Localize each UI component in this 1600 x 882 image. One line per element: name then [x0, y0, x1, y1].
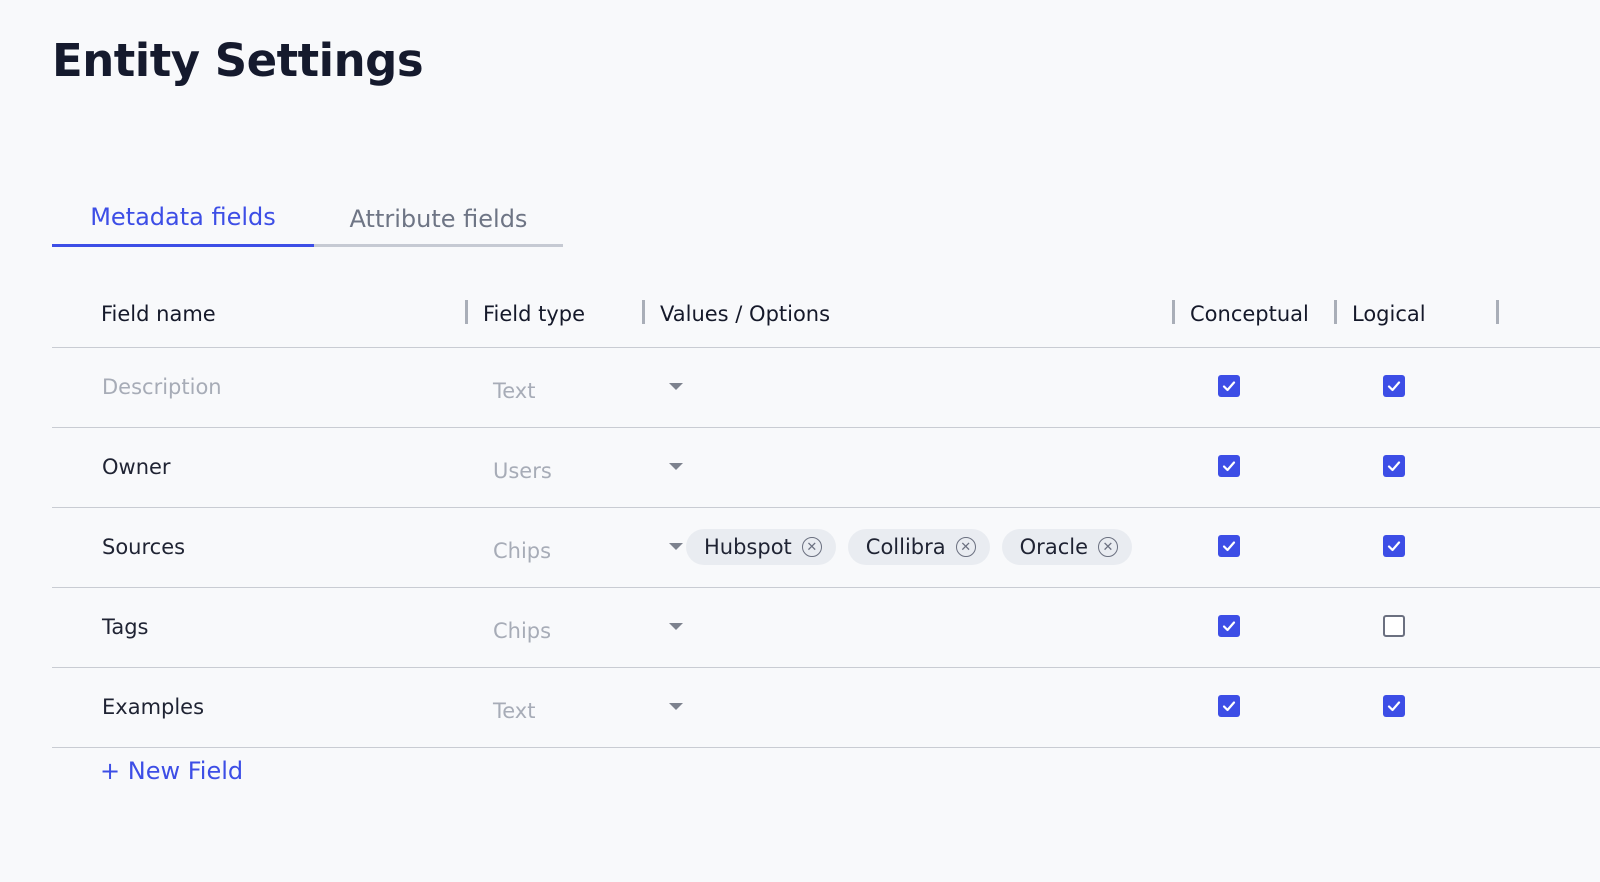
checkmark-icon — [1222, 381, 1236, 392]
conceptual-checkbox[interactable] — [1218, 695, 1240, 717]
values-chips: Hubspot ✕ Collibra ✕ Oracle ✕ — [686, 508, 1132, 586]
logical-checkbox[interactable] — [1383, 695, 1405, 717]
column-header-conceptual: Conceptual — [1190, 302, 1309, 326]
field-type-value: Text — [493, 699, 536, 723]
field-type-select[interactable]: Chips — [493, 508, 693, 586]
caret-down-icon — [669, 463, 683, 470]
field-type-value: Users — [493, 459, 552, 483]
close-circle-icon[interactable]: ✕ — [955, 537, 976, 557]
checkmark-icon — [1222, 461, 1236, 472]
checkmark-icon — [1222, 541, 1236, 552]
caret-down-icon — [669, 543, 683, 550]
checkmark-icon — [1387, 461, 1401, 472]
column-divider[interactable] — [465, 300, 468, 324]
checkmark-icon — [1387, 381, 1401, 392]
column-divider[interactable] — [1172, 300, 1175, 324]
table-row: Examples Text — [52, 668, 1600, 748]
field-type-select[interactable]: Chips — [493, 588, 693, 666]
checkmark-icon — [1387, 701, 1401, 712]
table-row: Sources Chips Hubspot ✕ Collibra ✕ Oracl… — [52, 508, 1600, 588]
logical-checkbox[interactable] — [1383, 535, 1405, 557]
tab-metadata-fields[interactable]: Metadata fields — [52, 190, 314, 247]
field-name[interactable]: Sources — [102, 508, 185, 586]
close-circle-icon[interactable]: ✕ — [1098, 537, 1118, 557]
new-field-button[interactable]: + New Field — [100, 757, 243, 785]
chip[interactable]: Oracle ✕ — [1001, 529, 1132, 565]
conceptual-checkbox[interactable] — [1218, 375, 1240, 397]
field-type-value: Chips — [493, 539, 552, 563]
chip-label: Hubspot — [704, 535, 792, 559]
checkmark-icon — [1387, 541, 1401, 552]
checkmark-icon — [1222, 701, 1236, 712]
logical-checkbox[interactable] — [1383, 615, 1405, 637]
field-name[interactable]: Owner — [102, 428, 171, 506]
column-divider[interactable] — [1496, 300, 1499, 324]
close-circle-icon[interactable]: ✕ — [801, 537, 822, 557]
caret-down-icon — [669, 383, 683, 390]
table-row: Description Text — [52, 348, 1600, 428]
checkmark-icon — [1222, 621, 1236, 632]
field-type-value: Text — [493, 379, 536, 403]
caret-down-icon — [669, 623, 683, 630]
table-row: Owner Users — [52, 428, 1600, 508]
field-type-select[interactable]: Text — [493, 348, 693, 426]
chip[interactable]: Hubspot ✕ — [686, 529, 836, 565]
chip-label: Collibra — [865, 535, 946, 559]
column-header-logical: Logical — [1352, 302, 1426, 326]
conceptual-checkbox[interactable] — [1218, 455, 1240, 477]
field-type-select[interactable]: Text — [493, 668, 693, 746]
column-divider[interactable] — [1334, 300, 1337, 324]
column-divider[interactable] — [642, 300, 645, 324]
table-body: Description Text Owner Users Sources Chi… — [52, 348, 1600, 748]
field-name[interactable]: Examples — [102, 668, 204, 746]
caret-down-icon — [669, 703, 683, 710]
chip[interactable]: Collibra ✕ — [847, 529, 990, 565]
logical-checkbox[interactable] — [1383, 375, 1405, 397]
field-name[interactable]: Tags — [102, 588, 149, 666]
field-type-select[interactable]: Users — [493, 428, 693, 506]
tab-bar: Metadata fields Attribute fields — [52, 190, 563, 247]
field-name[interactable]: Description — [102, 348, 222, 426]
table-row: Tags Chips — [52, 588, 1600, 668]
tab-attribute-fields[interactable]: Attribute fields — [314, 190, 563, 247]
conceptual-checkbox[interactable] — [1218, 535, 1240, 557]
field-type-value: Chips — [493, 619, 552, 643]
column-header-values-options: Values / Options — [660, 302, 831, 326]
table-header: Field name Field type Values / Options C… — [52, 280, 1600, 348]
column-header-field-name: Field name — [101, 302, 216, 326]
conceptual-checkbox[interactable] — [1218, 615, 1240, 637]
chip-label: Oracle — [1019, 535, 1088, 559]
page-title: Entity Settings — [52, 34, 424, 87]
fields-table: Field name Field type Values / Options C… — [52, 280, 1600, 748]
column-header-field-type: Field type — [483, 302, 586, 326]
logical-checkbox[interactable] — [1383, 455, 1405, 477]
